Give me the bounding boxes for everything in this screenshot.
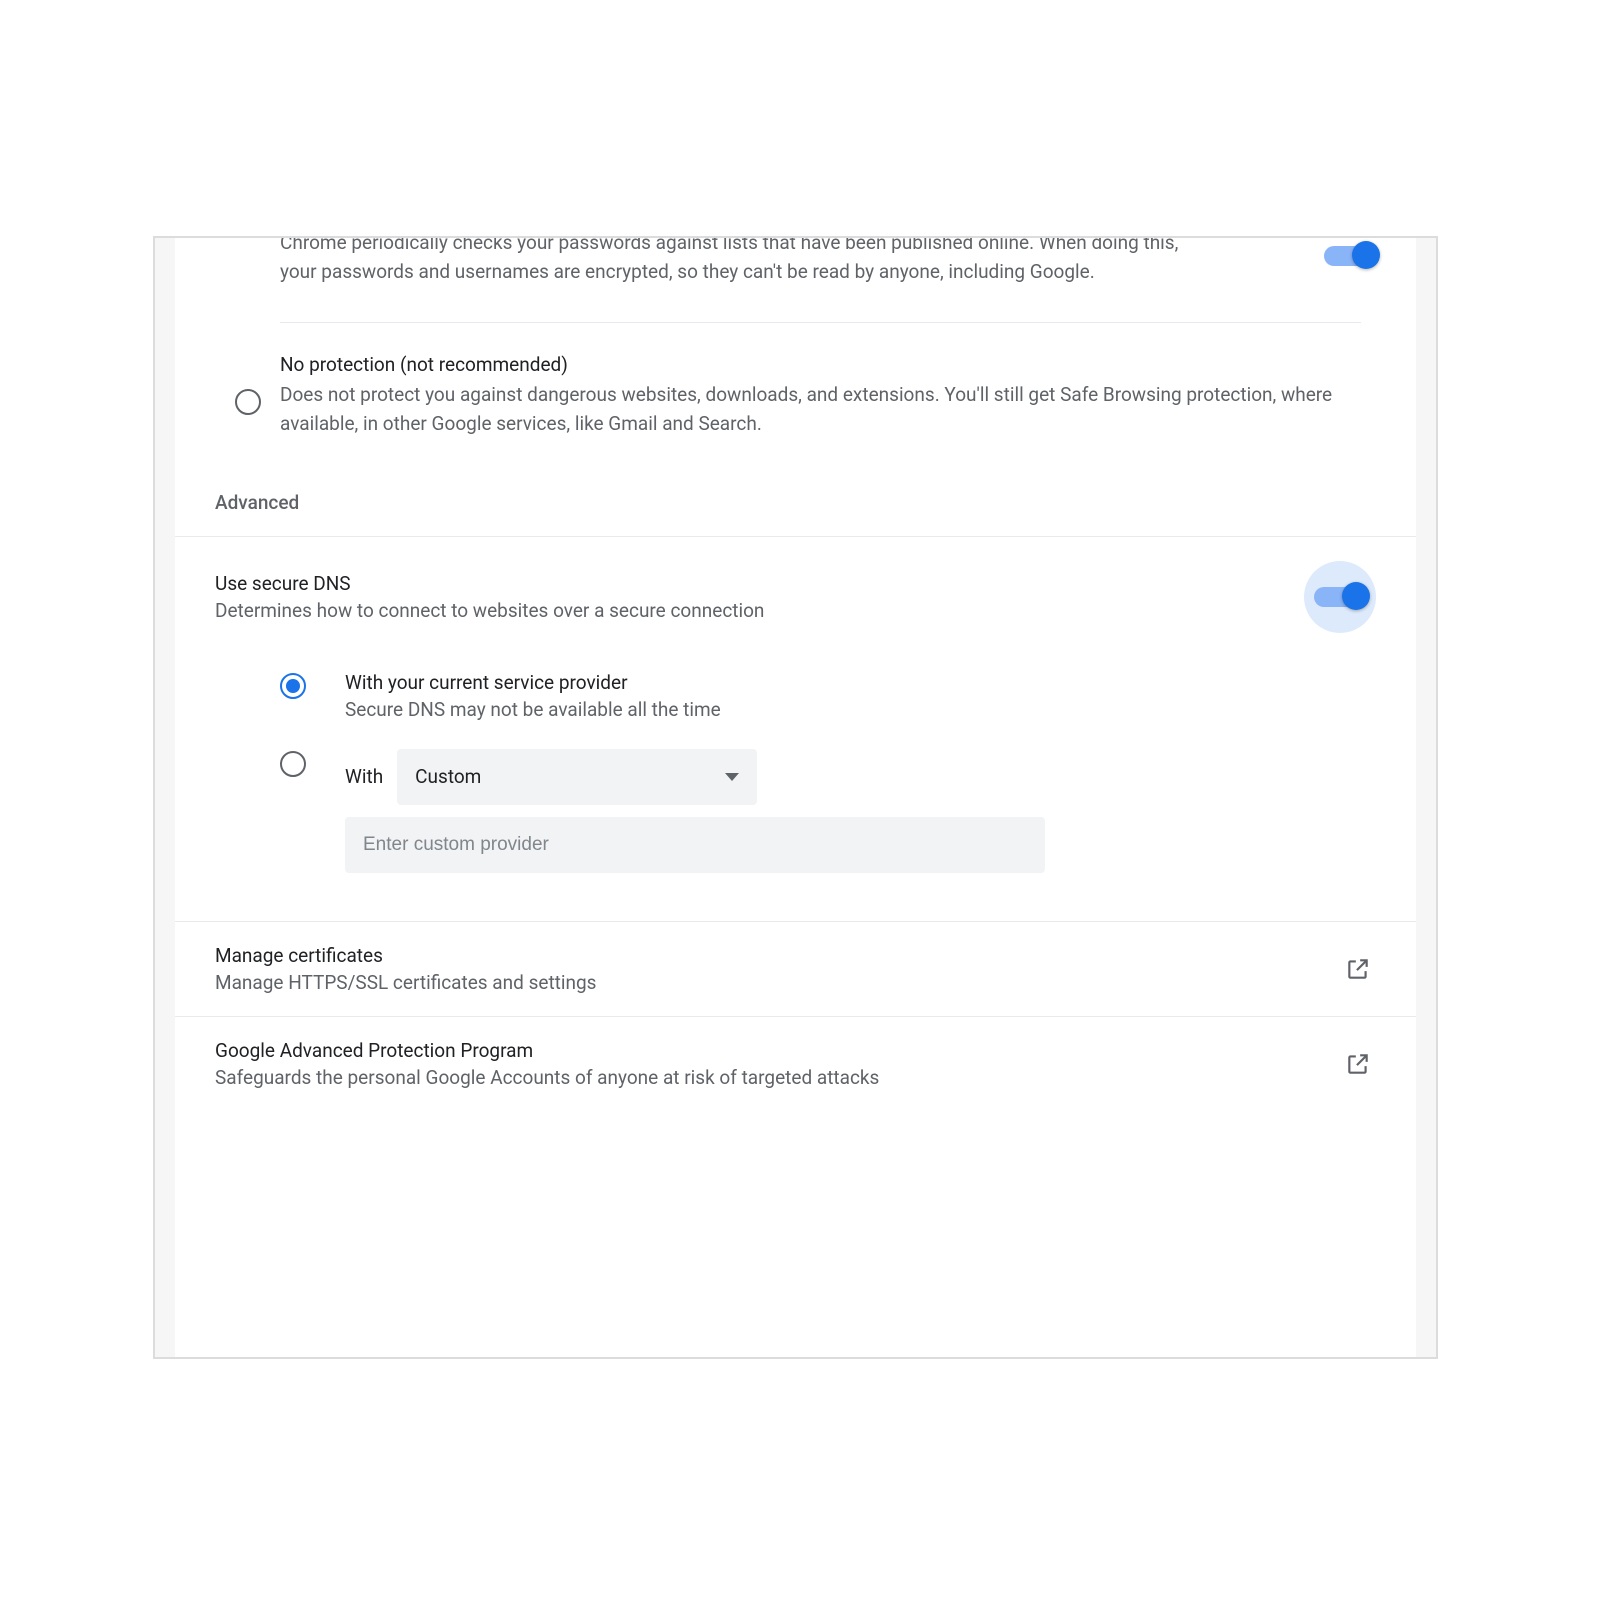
dns-custom-provider-input[interactable] <box>345 817 1045 873</box>
no-protection-description: Does not protect you against dangerous w… <box>280 380 1361 439</box>
secure-dns-description: Determines how to connect to websites ov… <box>215 599 1304 622</box>
password-check-row: Chrome periodically checks your password… <box>175 238 1416 322</box>
toggle-knob <box>1352 241 1380 269</box>
dns-current-provider-description: Secure DNS may not be available all the … <box>345 698 1376 721</box>
dns-custom-with-label: With <box>345 765 383 788</box>
secure-dns-title: Use secure DNS <box>215 572 1304 595</box>
dns-current-provider-radio[interactable] <box>280 673 306 699</box>
dns-provider-dropdown[interactable]: Custom <box>397 749 757 805</box>
advanced-protection-description: Safeguards the personal Google Accounts … <box>215 1066 1345 1089</box>
password-check-description: Chrome periodically checks your password… <box>280 238 1210 287</box>
external-link-icon <box>1345 1051 1371 1077</box>
manage-certificates-title: Manage certificates <box>215 944 1345 967</box>
toggle-focus-ring <box>1304 561 1376 633</box>
dns-provider-dropdown-value: Custom <box>415 765 481 788</box>
advanced-protection-title: Google Advanced Protection Program <box>215 1039 1345 1062</box>
secure-dns-toggle[interactable] <box>1314 587 1366 607</box>
manage-certificates-description: Manage HTTPS/SSL certificates and settin… <box>215 971 1345 994</box>
dns-current-provider-title: With your current service provider <box>345 671 1376 694</box>
no-protection-radio[interactable] <box>235 389 261 415</box>
secure-dns-options: With your current service provider Secur… <box>280 657 1376 887</box>
password-check-toggle[interactable] <box>1324 246 1376 266</box>
advanced-protection-row[interactable]: Google Advanced Protection Program Safeg… <box>175 1017 1416 1111</box>
dns-custom-radio[interactable] <box>280 751 306 777</box>
dns-option-custom[interactable]: With Custom <box>280 735 1376 887</box>
scrollbar-gutter-left <box>155 238 175 1357</box>
secure-dns-header: Use secure DNS Determines how to connect… <box>215 561 1376 633</box>
toggle-knob <box>1342 582 1370 610</box>
manage-certificates-row[interactable]: Manage certificates Manage HTTPS/SSL cer… <box>175 922 1416 1016</box>
no-protection-row[interactable]: No protection (not recommended) Does not… <box>175 323 1416 469</box>
external-link-icon <box>1345 956 1371 982</box>
caret-down-icon <box>725 773 739 781</box>
settings-content: Chrome periodically checks your password… <box>175 238 1416 1357</box>
scrollbar-gutter-right <box>1416 238 1436 1357</box>
settings-panel-frame: Chrome periodically checks your password… <box>153 236 1438 1359</box>
advanced-section-header: Advanced <box>175 469 1416 536</box>
dns-option-current-provider[interactable]: With your current service provider Secur… <box>280 657 1376 735</box>
secure-dns-block: Use secure DNS Determines how to connect… <box>175 537 1416 921</box>
no-protection-title: No protection (not recommended) <box>280 353 1361 376</box>
